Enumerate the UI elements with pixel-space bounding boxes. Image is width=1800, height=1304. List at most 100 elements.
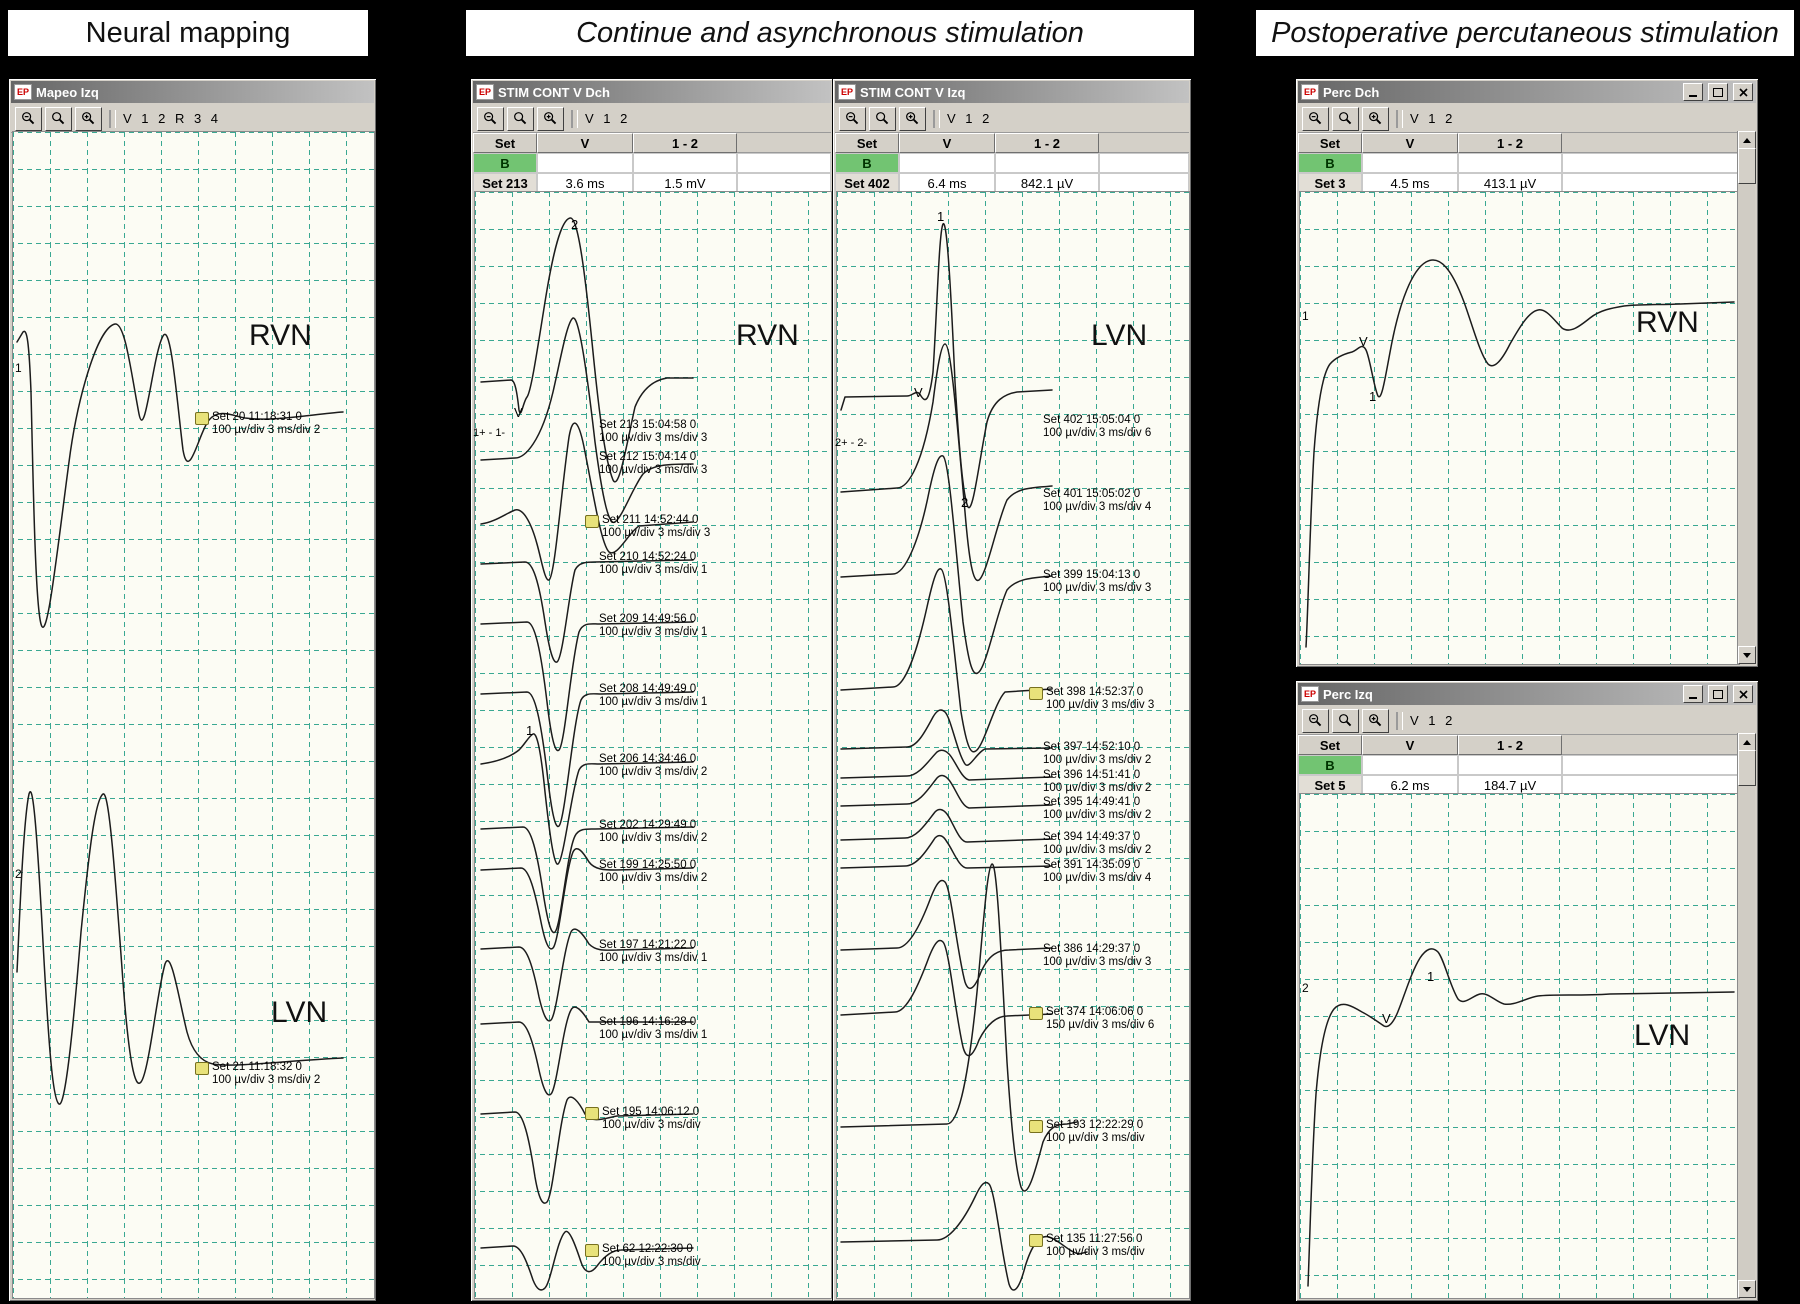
col-header-v: V [1362, 133, 1458, 153]
trace-annotation: Set 195 14:06:12 0100 µv/div 3 ms/div [585, 1106, 701, 1132]
titlebar-mapeo-izq[interactable]: EP Mapeo Izq [11, 81, 374, 103]
zoom-out-button[interactable] [477, 107, 504, 131]
toolbar-separator [1396, 712, 1403, 730]
col-header-set: Set [1298, 133, 1362, 153]
set-cell[interactable]: Set 213 [473, 173, 537, 193]
zoom-out-button[interactable] [839, 107, 866, 131]
minimize-button[interactable] [1683, 83, 1703, 101]
set-cell[interactable]: Set 3 [1298, 173, 1362, 193]
maximize-button[interactable] [1708, 685, 1728, 703]
app-logo-icon: EP [838, 84, 856, 100]
zoom-in-button[interactable] [1362, 709, 1389, 733]
trace-annotation: Set 391 14:35:09 0100 µv/div 3 ms/div 4 [1043, 859, 1151, 885]
vertical-scrollbar[interactable] [1737, 733, 1755, 1298]
trace-area-mapeo [12, 131, 375, 1299]
empty-cell [633, 153, 737, 173]
col-header-set: Set [1298, 735, 1362, 755]
lvn-label: LVN [271, 996, 327, 1030]
scrollbar-thumb[interactable] [1738, 148, 1756, 184]
col-header-v: V [1362, 735, 1458, 755]
titlebar-perc-izq[interactable]: EP Perc Izq [1298, 683, 1756, 705]
empty-cell [537, 153, 633, 173]
amplitude-cell: 184.7 µV [1458, 775, 1562, 795]
trace-annotation: Set 212 15:04:14 0100 µv/div 3 ms/div 3 [599, 451, 707, 477]
empty-cell [1099, 173, 1189, 193]
magnifier-plus-icon [905, 111, 920, 126]
zoom-out-button[interactable] [1302, 107, 1329, 131]
zoom-in-button[interactable] [537, 107, 564, 131]
zoom-out-button[interactable] [15, 107, 42, 131]
trace-annotation: Set 210 14:52:24 0100 µv/div 3 ms/div 1 [599, 551, 707, 577]
peak-mark: 1 [1369, 389, 1376, 404]
scroll-up-button[interactable] [1738, 733, 1756, 751]
set-cell[interactable]: Set 402 [835, 173, 899, 193]
window-title: STIM CONT V Dch [498, 85, 610, 100]
amplitude-cell: 413.1 µV [1458, 173, 1562, 193]
scrollbar-thumb[interactable] [1738, 750, 1756, 786]
trace-annotation: Set 402 15:05:04 0100 µv/div 3 ms/div 6 [1043, 414, 1151, 440]
trace-annotation: Set 202 14:29:49 0100 µv/div 3 ms/div 2 [599, 819, 707, 845]
empty-cell [899, 153, 995, 173]
zoom-reset-button[interactable] [1332, 709, 1359, 733]
titlebar-stim-dch[interactable]: EP STIM CONT V Dch [473, 81, 831, 103]
toolbar-perc-izq: V 1 2 [1298, 707, 1756, 735]
scroll-down-button[interactable] [1738, 1280, 1756, 1298]
close-button[interactable] [1733, 685, 1753, 703]
rvn-label: RVN [736, 319, 799, 353]
scroll-up-button[interactable] [1738, 131, 1756, 149]
vertical-scrollbar[interactable] [1737, 131, 1755, 664]
app-logo-icon: EP [1301, 686, 1319, 702]
panel-title-continue-stimulation: Continue and asynchronous stimulation [466, 10, 1194, 56]
trace-area-stim-dch [474, 191, 832, 1299]
minimize-button[interactable] [1683, 685, 1703, 703]
electrode-mark: 1+ - 1- [473, 427, 505, 439]
trace-annotation: Set 395 14:49:41 0100 µv/div 3 ms/div 2 [1043, 796, 1151, 822]
zoom-reset-button[interactable] [507, 107, 534, 131]
empty-cell [1562, 153, 1738, 173]
toolbar-stim-izq: V 1 2 [835, 105, 1189, 133]
zoom-reset-button[interactable] [45, 107, 72, 131]
trace-annotation: Set 386 14:29:37 0100 µv/div 3 ms/div 3 [1043, 943, 1151, 969]
trace-annotation: Set 193 12:22:29 0100 µv/div 3 ms/div [1029, 1119, 1145, 1145]
zoom-reset-button[interactable] [869, 107, 896, 131]
window-stim-cont-v-izq: EP STIM CONT V Izq V 1 2 Set V 1 - 2 B S… [832, 78, 1192, 1302]
trace-annotation: Set 206 14:34:46 0100 µv/div 3 ms/div 2 [599, 753, 707, 779]
zoom-in-button[interactable] [75, 107, 102, 131]
latency-cell: 3.6 ms [537, 173, 633, 193]
v-mark: V [914, 385, 923, 400]
magnifier-plus-icon [1368, 713, 1383, 728]
zoom-in-button[interactable] [899, 107, 926, 131]
magnifier-icon [1338, 713, 1353, 728]
close-icon [1739, 690, 1748, 699]
toolbar-separator [571, 110, 578, 128]
trace-annotation: Set 394 14:49:37 0100 µv/div 3 ms/div 2 [1043, 831, 1151, 857]
toolbar-separator [109, 110, 116, 128]
close-button[interactable] [1733, 83, 1753, 101]
scroll-down-button[interactable] [1738, 646, 1756, 664]
zoom-out-button[interactable] [1302, 709, 1329, 733]
maximize-icon [1713, 690, 1723, 699]
trace-annotation: Set 396 14:51:41 0100 µv/div 3 ms/div 2 [1043, 769, 1151, 795]
v-mark: V [1359, 334, 1368, 349]
set-cell[interactable]: Set 5 [1298, 775, 1362, 795]
zoom-in-button[interactable] [1362, 107, 1389, 131]
magnifier-minus-icon [1308, 111, 1323, 126]
empty-cell [995, 153, 1099, 173]
maximize-button[interactable] [1708, 83, 1728, 101]
latency-cell: 6.4 ms [899, 173, 995, 193]
trace-annotation: Set 62 12:22:30 0100 µv/div 3 ms/div [585, 1243, 701, 1269]
col-header-v: V [899, 133, 995, 153]
zoom-reset-button[interactable] [1332, 107, 1359, 131]
toolbar-separator [933, 110, 940, 128]
arrow-down-icon [1743, 1287, 1751, 1292]
titlebar-stim-izq[interactable]: EP STIM CONT V Izq [835, 81, 1189, 103]
channel-list: V 1 2 [947, 111, 992, 126]
latency-cell: 4.5 ms [1362, 173, 1458, 193]
window-perc-dch: EP Perc Dch V 1 2 Set V 1 - 2 B Set 3 4.… [1295, 78, 1759, 668]
col-header-filler [737, 133, 831, 153]
note-icon [1029, 1007, 1043, 1020]
col-header-filler [1562, 133, 1738, 153]
trace-annotation: Set 199 14:25:50 0100 µv/div 3 ms/div 2 [599, 859, 707, 885]
titlebar-perc-dch[interactable]: EP Perc Dch [1298, 81, 1756, 103]
measurement-table: Set V 1 - 2 B Set 5 6.2 ms 184.7 µV [1298, 735, 1738, 795]
